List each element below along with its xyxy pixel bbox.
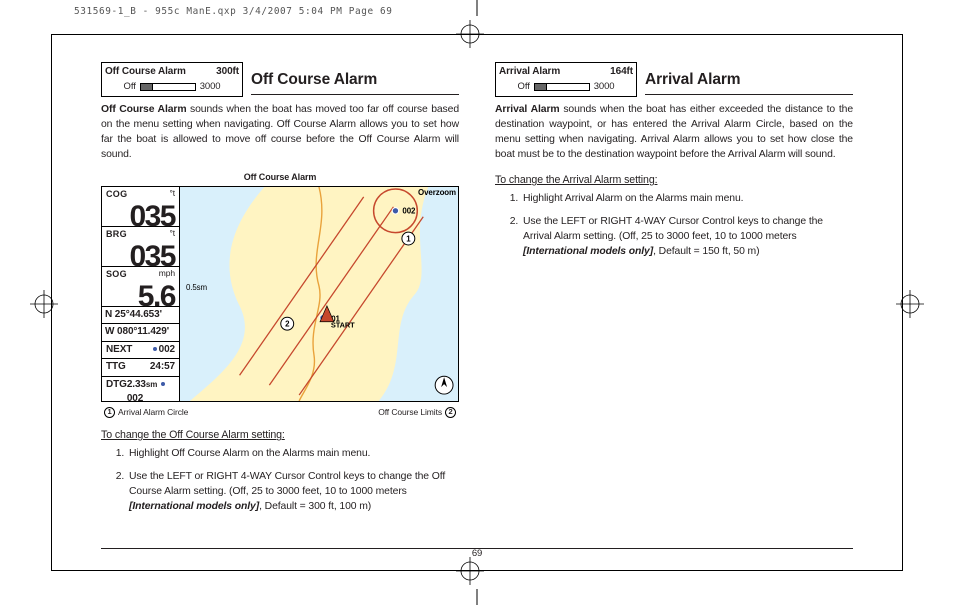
menu-preview-value: 164ft — [610, 65, 633, 79]
list-item: Use the LEFT or RIGHT 4-WAY Cursor Contr… — [127, 470, 459, 515]
lead-paragraph: Off Course Alarm sounds when the boat ha… — [101, 103, 459, 163]
callout-2-icon: 2 — [445, 407, 456, 418]
svg-text:2: 2 — [285, 320, 290, 329]
svg-text:0.5sm: 0.5sm — [186, 283, 208, 292]
subhead: To change the Off Course Alarm setting: — [101, 428, 459, 443]
waypoint-dot-icon — [160, 381, 166, 387]
steps-list: Highlight Off Course Alarm on the Alarms… — [113, 447, 459, 515]
lead-paragraph: Arrival Alarm sounds when the boat has e… — [495, 103, 853, 163]
slider-icon — [140, 83, 196, 91]
menu-preview-value: 300ft — [216, 65, 239, 79]
page-content: Off Course Alarm 300ft Off 3000 Off Cour… — [101, 62, 853, 523]
svg-text:1: 1 — [406, 234, 411, 243]
menu-preview-title: Off Course Alarm — [105, 65, 186, 79]
right-column: Arrival Alarm 164ft Off 3000 Arrival Ala… — [495, 62, 853, 523]
crop-mark — [477, 589, 478, 605]
list-item: Highlight Arrival Alarm on the Alarms ma… — [521, 192, 853, 207]
steps-list: Highlight Arrival Alarm on the Alarms ma… — [507, 192, 853, 260]
figure-map: 002 001 1 2 Overzoom 0.5s — [180, 187, 458, 401]
left-column: Off Course Alarm 300ft Off 3000 Off Cour… — [101, 62, 459, 523]
menu-preview-arrival: Arrival Alarm 164ft Off 3000 — [495, 62, 637, 97]
lon-value: W 080°11.429' — [102, 324, 179, 341]
menu-preview-title: Arrival Alarm — [499, 65, 560, 79]
menu-preview-max-label: 3000 — [594, 80, 615, 94]
menu-preview-off-label: Off — [124, 80, 136, 94]
menu-preview-max-label: 3000 — [200, 80, 221, 94]
figure-key-right: Off Course Limits2 — [378, 406, 459, 418]
figure-sidebar: COG °t 035 BRG °t 035 SOG mph 5.6 — [102, 187, 180, 401]
list-item: Use the LEFT or RIGHT 4-WAY Cursor Contr… — [521, 215, 853, 260]
crop-mark — [477, 0, 478, 16]
print-header-tag: 531569-1_B - 955c ManE.qxp 3/4/2007 5:04… — [74, 5, 392, 19]
section-heading: Off Course Alarm — [251, 69, 459, 95]
figure-caption: Off Course Alarm — [101, 171, 459, 184]
slider-icon — [534, 83, 590, 91]
menu-preview-off-label: Off — [518, 80, 530, 94]
subhead: To change the Arrival Alarm setting: — [495, 173, 853, 188]
page-number: 69 — [0, 547, 954, 561]
callout-1-icon: 1 — [104, 407, 115, 418]
svg-text:START: START — [331, 321, 355, 330]
svg-text:Overzoom: Overzoom — [418, 188, 456, 197]
list-item: Highlight Off Course Alarm on the Alarms… — [127, 447, 459, 462]
waypoint-dot-icon — [152, 346, 158, 352]
menu-preview-off-course: Off Course Alarm 300ft Off 3000 — [101, 62, 243, 97]
figure-off-course: Off Course Alarm COG °t 035 BRG °t 035 — [101, 171, 459, 418]
figure-key-left: 1Arrival Alarm Circle — [101, 406, 188, 418]
section-heading: Arrival Alarm — [645, 69, 853, 95]
svg-text:002: 002 — [402, 207, 416, 216]
